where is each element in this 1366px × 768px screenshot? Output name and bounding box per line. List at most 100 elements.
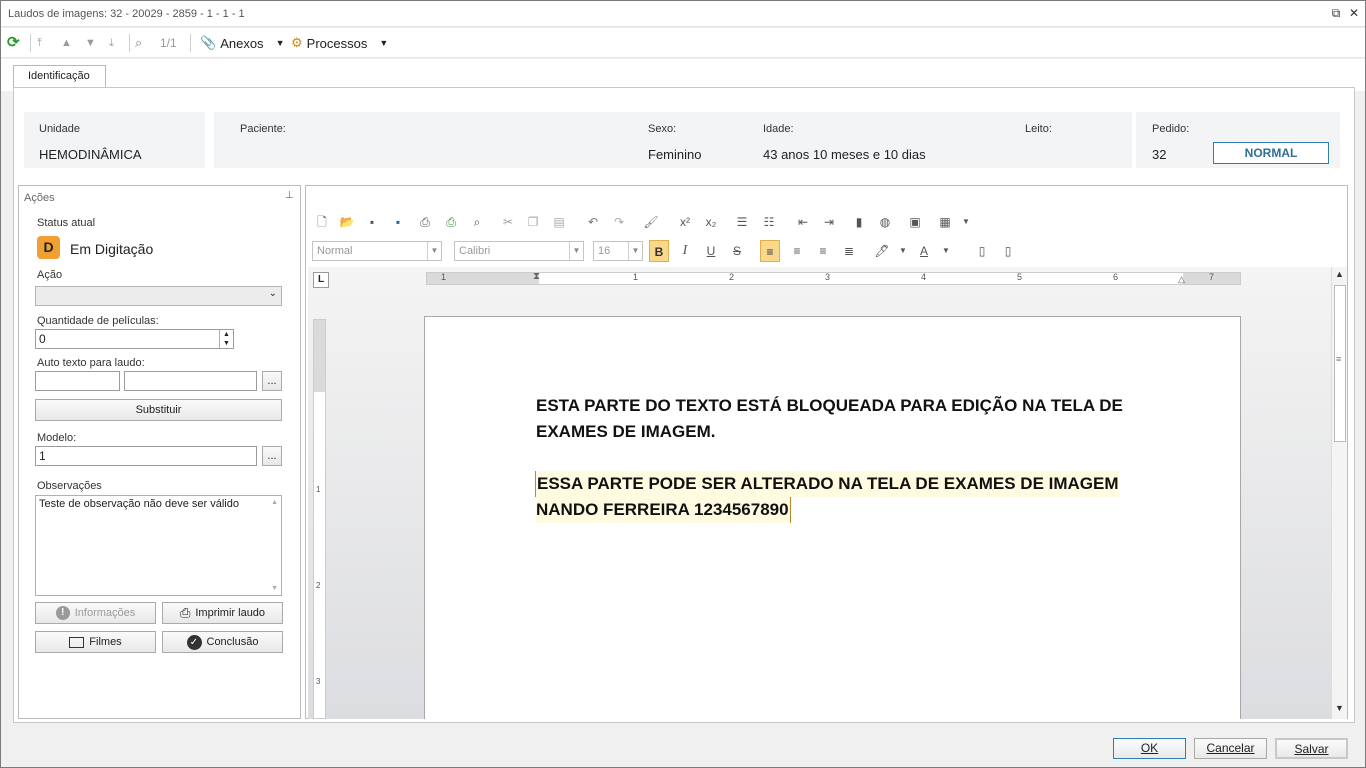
increase-indent-icon[interactable]: ⇥ [819,213,839,231]
pedido-value: 32 [1152,147,1167,162]
paste-icon[interactable]: ▤ [549,213,569,231]
align-center-icon[interactable]: ≡ [787,242,807,260]
substituir-button[interactable]: Substituir [35,399,282,421]
format-painter-icon[interactable]: 🖌 [641,213,661,231]
previous-record-button[interactable]: ▲ [61,32,72,54]
ruler-number: 1 [633,272,639,282]
font-size-value: 16 [598,245,611,257]
check-circle-icon: ✓ [186,634,202,650]
salvar-button[interactable]: Salvar [1275,738,1348,759]
font-value: Calibri [459,245,491,257]
copy-icon[interactable]: ❐ [523,213,543,231]
insert-picture-icon[interactable]: ▣ [905,213,925,231]
editor-toolbar-row2: Normal ▼ Calibri ▼ 16 ▼ B I U S ≡ ≡ ≡ ≣ … [308,238,1011,264]
modelo-input[interactable]: 1 [35,446,257,466]
font-size-select[interactable]: 16 ▼ [593,241,643,261]
status-value: Em Digitação [70,241,154,257]
cut-icon[interactable]: ✂ [498,213,518,231]
scroll-down-icon[interactable]: ▼ [271,585,278,592]
chevron-down-icon[interactable]: ▼ [893,242,913,260]
scrollbar-thumb[interactable]: ≡ [1334,285,1346,442]
informacoes-button[interactable]: ! Informações [35,602,156,624]
scroll-down-icon[interactable]: ▼ [1335,703,1344,713]
numbered-list-icon[interactable]: ☰ [732,213,752,231]
idade-label: Idade: [763,123,794,135]
ruler-number: 2 [729,272,735,282]
modelo-browse-button[interactable]: ... [262,446,282,466]
page-layout-icon[interactable]: ▯ [972,242,992,260]
first-record-button[interactable]: ⤒ [37,32,42,54]
refresh-icon: ⟳ [7,34,20,51]
auto-texto-browse-button[interactable]: ... [262,371,282,391]
auto-texto-label: Auto texto para laudo: [37,357,145,369]
open-folder-icon[interactable]: 📂 [337,213,357,231]
scroll-up-icon[interactable]: ▲ [271,499,278,506]
strikethrough-button[interactable]: S [727,242,747,260]
bullet-list-icon[interactable]: ☷ [759,213,779,231]
auto-texto-desc-input[interactable] [124,371,257,391]
editable-text-line1[interactable]: ESSA PARTE PODE SER ALTERADO NA TELA DE … [535,471,1119,497]
new-document-icon[interactable]: 🗋 [312,213,332,231]
bold-button[interactable]: B [649,240,669,262]
chevron-down-icon[interactable]: ▼ [936,242,956,260]
quantidade-stepper[interactable]: 0 ▲ ▼ [35,329,234,349]
align-justify-icon[interactable]: ≣ [839,242,859,260]
print-preview-icon[interactable]: ⎙ [441,213,461,231]
insert-link-icon[interactable]: ◍ [875,213,895,231]
subscript-button[interactable]: x₂ [701,213,721,231]
idade-value: 43 anos 10 meses e 10 dias [763,147,926,162]
highlight-icon[interactable]: 🖊 [872,242,892,260]
style-select[interactable]: Normal ▼ [312,241,442,261]
undo-icon[interactable]: ↶ [583,213,603,231]
align-left-icon[interactable]: ≡ [760,240,780,262]
chevron-down-icon[interactable]: ▼ [956,213,976,231]
insert-image-icon[interactable]: ▮ [849,213,869,231]
ruler-number: 2 [316,581,321,590]
redo-icon[interactable]: ↷ [609,213,629,231]
refresh-button[interactable]: ⟳ [7,32,20,54]
scroll-up-icon[interactable]: ▲ [1335,269,1344,279]
find-button[interactable]: ⌕ [135,32,142,54]
last-record-button[interactable]: ⤓ [109,32,114,54]
status-badge-icon: D [37,236,60,259]
align-right-icon[interactable]: ≡ [813,242,833,260]
pin-icon[interactable]: ⊥ [285,190,294,201]
printer-icon: ⎙ [179,605,191,620]
right-indent-marker-icon[interactable]: △ [1178,274,1185,285]
underline-button[interactable]: U [701,242,721,260]
font-select[interactable]: Calibri ▼ [454,241,584,261]
ok-button[interactable]: OK [1113,738,1186,759]
stepper-arrows-icon[interactable]: ▲ ▼ [219,330,233,348]
italic-button[interactable]: I [675,242,695,260]
acao-select[interactable]: ⌄ [35,286,282,306]
tab-identificacao[interactable]: Identificação [13,65,106,87]
chevron-down-icon: ⌄ [268,288,277,299]
save-icon[interactable]: ▪ [362,213,382,231]
grip-icon: ≡ [1336,354,1342,364]
auto-texto-code-input[interactable] [35,371,120,391]
observacoes-value: Teste de observação não deve ser válido [39,498,239,510]
decrease-indent-icon[interactable]: ⇤ [793,213,813,231]
observacoes-textarea[interactable]: Teste de observação não deve ser válido … [35,495,282,596]
next-record-button[interactable]: ▼ [85,32,96,54]
page-layout2-icon[interactable]: ▯ [998,242,1018,260]
find-replace-icon[interactable]: ⌕ [467,213,487,231]
print-icon[interactable]: ⎙ [415,213,435,231]
superscript-button[interactable]: x² [675,213,695,231]
conclusao-button[interactable]: ✓ Conclusão [162,631,283,653]
indent-marker-icon[interactable]: ⧗ [533,271,540,282]
editor-scrollbar[interactable]: ▲ ≡ ▼ [1331,267,1347,719]
cancelar-button[interactable]: Cancelar [1194,738,1267,759]
filmes-button[interactable]: Filmes [35,631,156,653]
table-icon[interactable]: ▦ [935,213,955,231]
anexos-menu-button[interactable]: 📎 Anexos ▼ [200,32,284,54]
restore-icon[interactable]: ⧉ [1329,6,1343,20]
imprimir-laudo-button[interactable]: ⎙ Imprimir laudo [162,602,283,624]
editable-text-line2[interactable]: NANDO FERREIRA 1234567890 [536,497,791,523]
processos-menu-button[interactable]: ⚙ Processos ▼ [291,32,388,54]
close-icon[interactable]: ✕ [1347,6,1361,20]
document-page[interactable]: ESTA PARTE DO TEXTO ESTÁ BLOQUEADA PARA … [424,316,1241,719]
ruler-tab-selector[interactable]: L [313,272,329,288]
save-as-icon[interactable]: ▪ [388,213,408,231]
font-color-button[interactable]: A [914,242,934,260]
